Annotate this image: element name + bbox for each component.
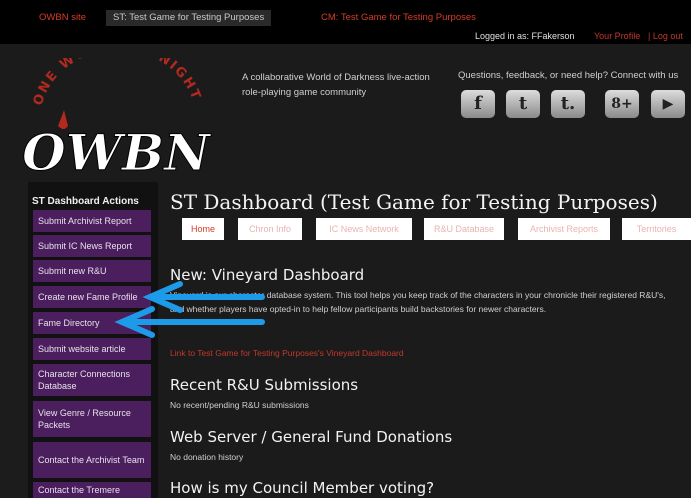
sidebar-item-contact-archivist-team[interactable]: Contact the Archivist Team	[33, 442, 151, 478]
top-nav: OWBN site ST: Test Game for Testing Purp…	[0, 0, 691, 26]
owbn-logo-icon: ONE WORLD BY NIGHT OWBN	[22, 39, 213, 183]
svg-text:OWBN: OWBN	[22, 123, 212, 182]
sidebar-item-create-fame-profile[interactable]: Create new Fame Profile	[33, 286, 151, 308]
tab-cm-test-game[interactable]: CM: Test Game for Testing Purposes	[314, 10, 483, 26]
contact-prompt: Questions, feedback, or need help? Conne…	[458, 70, 679, 81]
st-dashboard-actions: ST Dashboard Actions Submit Archivist Re…	[28, 182, 158, 498]
ru-submissions-status: No recent/pending R&U submissions	[170, 400, 309, 410]
sidebar-item-submit-new-ru[interactable]: Submit new R&U	[33, 260, 151, 282]
sidebar-item-fame-directory[interactable]: Fame Directory	[33, 312, 151, 334]
site-tagline: A collaborative World of Darkness live-a…	[242, 72, 430, 98]
facebook-icon[interactable]: f	[461, 90, 495, 118]
google-plus-icon[interactable]: 8+	[605, 90, 639, 118]
sidebar-item-contact-tremere[interactable]: Contact the Tremere	[33, 482, 151, 498]
svg-text:ONE WORLD BY NIGHT: ONE WORLD BY NIGHT	[31, 58, 204, 107]
twitter-icon[interactable]: t	[506, 90, 540, 118]
sidebar-item-character-connections[interactable]: Character Connections Database	[33, 364, 151, 396]
sidebar-title: ST Dashboard Actions	[32, 196, 139, 207]
sidebar-item-genre-resource-packets[interactable]: View Genre / Resource Packets	[33, 401, 151, 437]
tab-chron-info[interactable]: Chron Info	[238, 218, 302, 240]
council-voting-heading: How is my Council Member voting?	[170, 479, 435, 497]
tab-home[interactable]: Home	[182, 218, 224, 240]
sidebar-item-submit-website-article[interactable]: Submit website article	[33, 338, 151, 360]
tab-archivist-reports[interactable]: Archivist Reports	[518, 218, 610, 240]
vineyard-description: Vineyard is our character database syste…	[170, 290, 666, 314]
owbn-logo[interactable]: ONE WORLD BY NIGHT OWBN	[18, 39, 214, 183]
youtube-icon[interactable]: ▶	[651, 90, 685, 118]
tab-territories[interactable]: Territories	[622, 218, 691, 240]
sidebar-item-submit-archivist-report[interactable]: Submit Archivist Report	[33, 210, 151, 232]
tab-ru-database[interactable]: R&U Database	[424, 218, 504, 240]
vineyard-heading: New: Vineyard Dashboard	[170, 266, 365, 284]
page-title: ST Dashboard (Test Game for Testing Purp…	[170, 190, 658, 214]
vineyard-dashboard-link[interactable]: Link to Test Game for Testing Purposes's…	[170, 348, 404, 358]
tab-st-test-game[interactable]: ST: Test Game for Testing Purposes	[106, 10, 272, 26]
tumblr-icon[interactable]: t.	[551, 90, 585, 118]
site-header: ONE WORLD BY NIGHT OWBN A collaborative …	[0, 39, 691, 183]
logged-in-as: Logged in as: FFakerson	[475, 31, 575, 41]
donations-status: No donation history	[170, 452, 244, 462]
tab-owbn-site[interactable]: OWBN site	[32, 10, 93, 26]
login-bar: Logged in as: FFakerson Your Profile | L…	[0, 26, 691, 44]
main-content: ST Dashboard (Test Game for Testing Purp…	[158, 182, 691, 498]
your-profile-link[interactable]: Your Profile	[594, 28, 640, 44]
tab-ic-news-network[interactable]: IC News Network	[316, 218, 412, 240]
donations-heading: Web Server / General Fund Donations	[170, 428, 453, 446]
log-out-link[interactable]: | Log out	[648, 28, 683, 44]
sidebar-item-submit-ic-news-report[interactable]: Submit IC News Report	[33, 235, 151, 257]
ru-submissions-heading: Recent R&U Submissions	[170, 376, 359, 394]
